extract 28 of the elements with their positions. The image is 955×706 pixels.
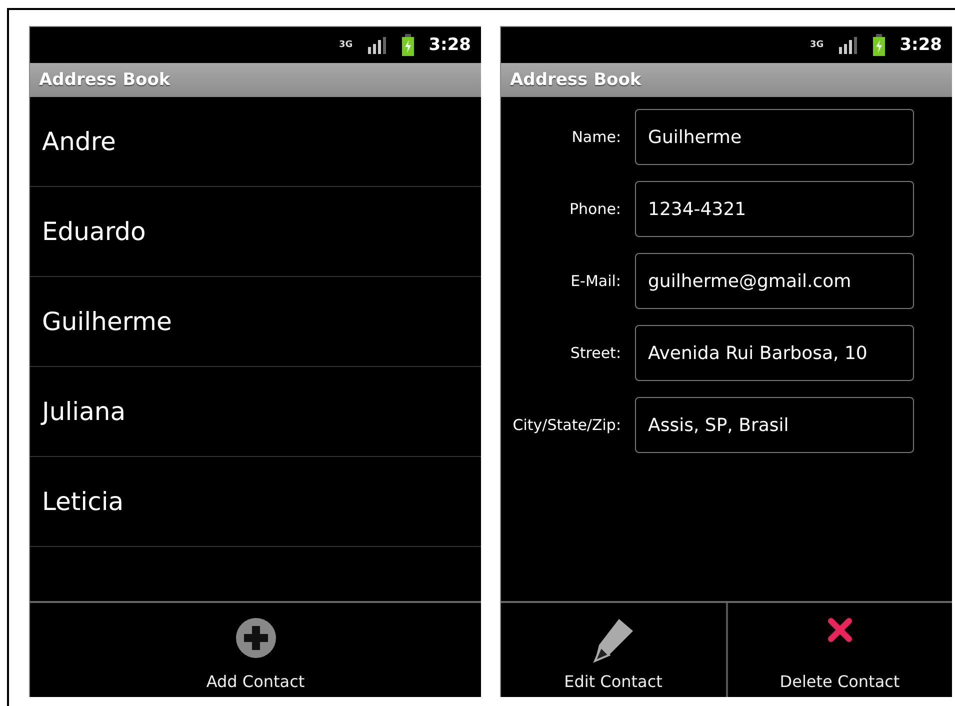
signal-icon: [366, 36, 387, 54]
input-field[interactable]: Avenida Rui Barbosa, 10: [635, 325, 914, 381]
title-bar: Address Book: [30, 63, 481, 97]
input-field[interactable]: 1234-4321: [635, 181, 914, 237]
contact-item[interactable]: Leticia: [30, 457, 481, 547]
network-type: 3G: [810, 40, 824, 50]
close-icon: [826, 617, 853, 643]
field-label: City/State/Zip:: [512, 416, 622, 434]
pencil-icon: [591, 617, 636, 663]
input-field[interactable]: Guilherme: [635, 109, 914, 165]
network-type: 3G: [339, 40, 353, 50]
contact-item[interactable]: Juliana: [30, 367, 481, 457]
signal-icon: [838, 36, 858, 54]
battery-icon: [400, 34, 415, 56]
clock-time: 3:28: [900, 35, 942, 55]
clock-time: 3:28: [428, 35, 471, 55]
contact-item[interactable]: Andre: [30, 97, 481, 187]
input-field[interactable]: Assis, SP, Brasil: [635, 397, 914, 453]
battery-icon: [872, 34, 886, 56]
field-label: Phone:: [568, 200, 622, 218]
contact-item[interactable]: Guilherme: [30, 277, 481, 367]
field-label: Name:: [570, 128, 622, 146]
plus-icon: [234, 617, 276, 659]
title-bar: Address Book: [501, 63, 952, 97]
input-field[interactable]: guilherme@gmail.com: [635, 253, 914, 309]
field-label: Street:: [569, 344, 622, 362]
contact-item[interactable]: Eduardo: [30, 187, 481, 277]
field-label: E-Mail:: [570, 272, 622, 290]
